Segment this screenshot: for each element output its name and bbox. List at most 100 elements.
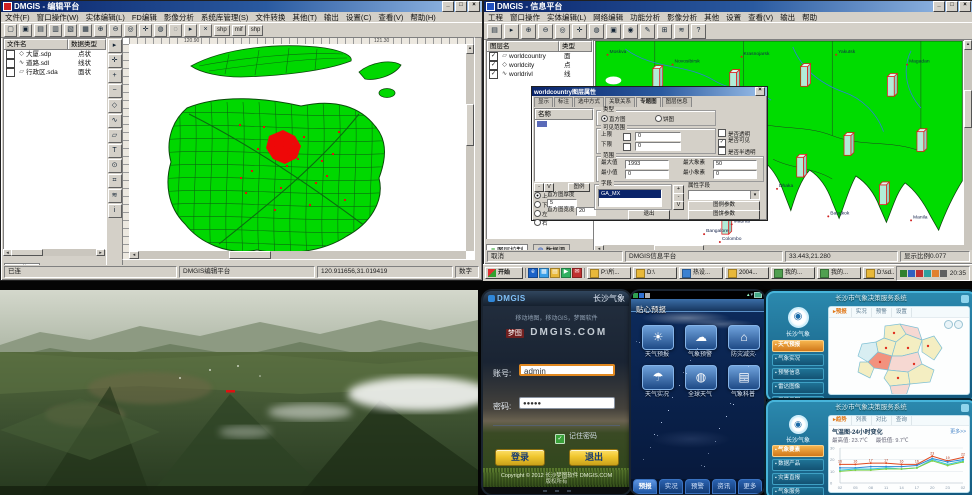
live-weather-icon[interactable]: ☂ — [642, 365, 674, 390]
zoom-window-icon[interactable]: ◎ — [124, 24, 137, 37]
column-name[interactable]: 名称 — [535, 109, 593, 119]
minpix-value[interactable]: 0 — [713, 170, 757, 179]
sun-cloud-icon[interactable]: ☀ — [642, 325, 674, 350]
dialog-tab-3[interactable]: 选中方式 — [574, 97, 604, 107]
sidebar-item[interactable]: ▪ 气象要素 — [772, 445, 824, 457]
maxpix-value[interactable]: 50 — [713, 160, 757, 169]
shanghai-map[interactable] — [129, 44, 474, 259]
histogram-bar[interactable] — [844, 133, 854, 156]
dialog-titlebar[interactable]: worldcountry图层属性 × — [532, 87, 767, 96]
checkbox-icon[interactable] — [6, 68, 15, 77]
start-button[interactable]: 开始 — [485, 267, 523, 279]
taskbar-task[interactable]: P:\所... — [587, 267, 631, 279]
nav-tab-4[interactable]: 资讯 — [712, 479, 736, 494]
zoom-in-button[interactable] — [944, 320, 953, 329]
globe-icon[interactable]: ◍ — [685, 365, 717, 390]
scroll-thumb[interactable] — [466, 104, 474, 146]
content-tab-1[interactable]: ▸预报 — [829, 308, 852, 317]
column-datatype[interactable]: 数据类型 — [68, 39, 106, 49]
maximize-icon[interactable]: □ — [946, 1, 958, 12]
histogram-bar[interactable] — [887, 74, 897, 97]
close-icon[interactable]: × — [468, 1, 480, 12]
full-extent-icon[interactable]: ◍ — [589, 24, 604, 39]
sidebar-item[interactable]: ▪ 数据产品 — [772, 459, 824, 471]
pan-hand-icon[interactable]: ✛ — [108, 54, 122, 68]
world-icon[interactable]: ◉ — [623, 24, 638, 39]
histogram-bar[interactable] — [801, 64, 811, 87]
scroll-left-arrow[interactable]: ◂ — [129, 251, 139, 259]
menu-item[interactable]: 网络编辑 — [593, 12, 623, 22]
volume-icon[interactable] — [900, 270, 907, 277]
text-tool-icon[interactable]: T — [108, 144, 122, 158]
sidebar-item[interactable]: ▪ 气象服务 — [772, 487, 824, 495]
menu-item[interactable]: 窗口操作 — [510, 12, 540, 22]
menu-item[interactable]: 实体编辑(L) — [547, 12, 586, 22]
menu-item[interactable]: 输出 — [780, 12, 795, 22]
nav-tab-5[interactable]: 更多 — [738, 479, 762, 494]
zoom-out-button[interactable] — [954, 320, 963, 329]
refresh-icon[interactable]: ◌ — [169, 24, 182, 37]
pan-icon[interactable]: ✛ — [572, 24, 587, 39]
zoom-in-icon[interactable]: ⊕ — [94, 24, 107, 37]
grid-tool-icon[interactable]: ⌗ — [108, 174, 122, 188]
content-tab-3[interactable]: 对比 — [872, 416, 892, 425]
save-icon[interactable]: ▦ — [79, 24, 92, 37]
open-icon[interactable]: ▤ — [487, 24, 502, 39]
more-link[interactable]: 更多>> — [950, 428, 966, 435]
measure-icon[interactable]: ≋ — [674, 24, 689, 39]
open-icon[interactable]: ▧ — [64, 24, 77, 37]
menu-item[interactable]: 系统库管理(S) — [201, 12, 249, 22]
polygon-tool-icon[interactable]: ▱ — [108, 129, 122, 143]
menu-item[interactable]: 查看(V) — [378, 12, 403, 22]
dialog-tab-4[interactable]: 关联关系 — [605, 97, 635, 107]
point-tool-icon[interactable]: ◇ — [108, 99, 122, 113]
sidebar-item[interactable]: ▪ 雷达图像 — [772, 382, 824, 394]
measure-tool-icon[interactable]: ≋ — [108, 189, 122, 203]
scroll-up-arrow[interactable]: ▴ — [466, 44, 474, 54]
taskbar-task[interactable]: D:\ — [633, 267, 677, 279]
menu-item[interactable]: 设置(C) — [346, 12, 371, 22]
checkbox-icon[interactable]: ✓ — [489, 70, 498, 79]
window-icon[interactable] — [961, 404, 969, 412]
exit-button[interactable]: 退出 — [628, 210, 670, 220]
menu-item[interactable]: 文件转换 — [255, 12, 285, 22]
network-icon[interactable] — [908, 270, 915, 277]
terrain-view[interactable] — [0, 290, 478, 495]
menu-item[interactable]: 文件(F) — [5, 12, 30, 22]
upper-checkbox[interactable] — [623, 133, 631, 141]
phone-nav-bar[interactable] — [483, 487, 630, 494]
content-tab-2[interactable]: 列表 — [852, 416, 872, 425]
sidebar-item[interactable]: ▪ 预警信息 — [772, 368, 824, 380]
minimize-icon[interactable]: _ — [933, 1, 945, 12]
lower-value[interactable]: 0 — [635, 142, 681, 151]
pointer-icon[interactable]: ▸ — [504, 24, 519, 39]
new-file-icon[interactable]: ▢ — [4, 24, 17, 37]
taskbar-task[interactable]: 我的... — [817, 267, 861, 279]
menu-item[interactable]: 功能分析 — [630, 12, 660, 22]
menu-item[interactable]: 帮助 — [802, 12, 817, 22]
window-icon[interactable] — [961, 295, 969, 303]
taskbar-task[interactable]: 2004... — [725, 267, 769, 279]
layers-icon[interactable]: ▣ — [606, 24, 621, 39]
zoom-out-icon[interactable]: ⊖ — [538, 24, 553, 39]
scroll-up-arrow[interactable]: ▴ — [964, 40, 972, 50]
close-icon[interactable]: × — [755, 87, 765, 96]
layer-row[interactable]: ✓∿worldrivl线 — [487, 70, 592, 79]
select-icon[interactable]: ▸ — [184, 24, 197, 37]
new-line-icon[interactable]: ▤ — [34, 24, 47, 37]
layer-row[interactable]: ▱行政区.sda面状 — [4, 68, 106, 77]
exit-button[interactable]: 退出 — [569, 449, 619, 466]
list-item[interactable] — [535, 120, 593, 128]
content-tab-1[interactable]: ▸趋势 — [829, 416, 852, 425]
nav-tab-2[interactable]: 实况 — [659, 479, 683, 494]
dialog-tab-1[interactable]: 显示 — [534, 97, 553, 107]
direction-radio[interactable]: 下 — [534, 201, 546, 210]
im-icon[interactable] — [924, 270, 931, 277]
desktop-icon[interactable]: ▦ — [539, 268, 549, 278]
radio-histogram[interactable]: 直方图 — [601, 115, 626, 124]
menu-item[interactable]: 其他 — [704, 12, 719, 22]
scroll-thumb[interactable] — [11, 249, 43, 256]
ie-icon[interactable]: e — [528, 268, 538, 278]
cloud-icon[interactable]: ☁ — [685, 325, 717, 350]
selected-field[interactable]: GA_MX — [599, 190, 661, 198]
